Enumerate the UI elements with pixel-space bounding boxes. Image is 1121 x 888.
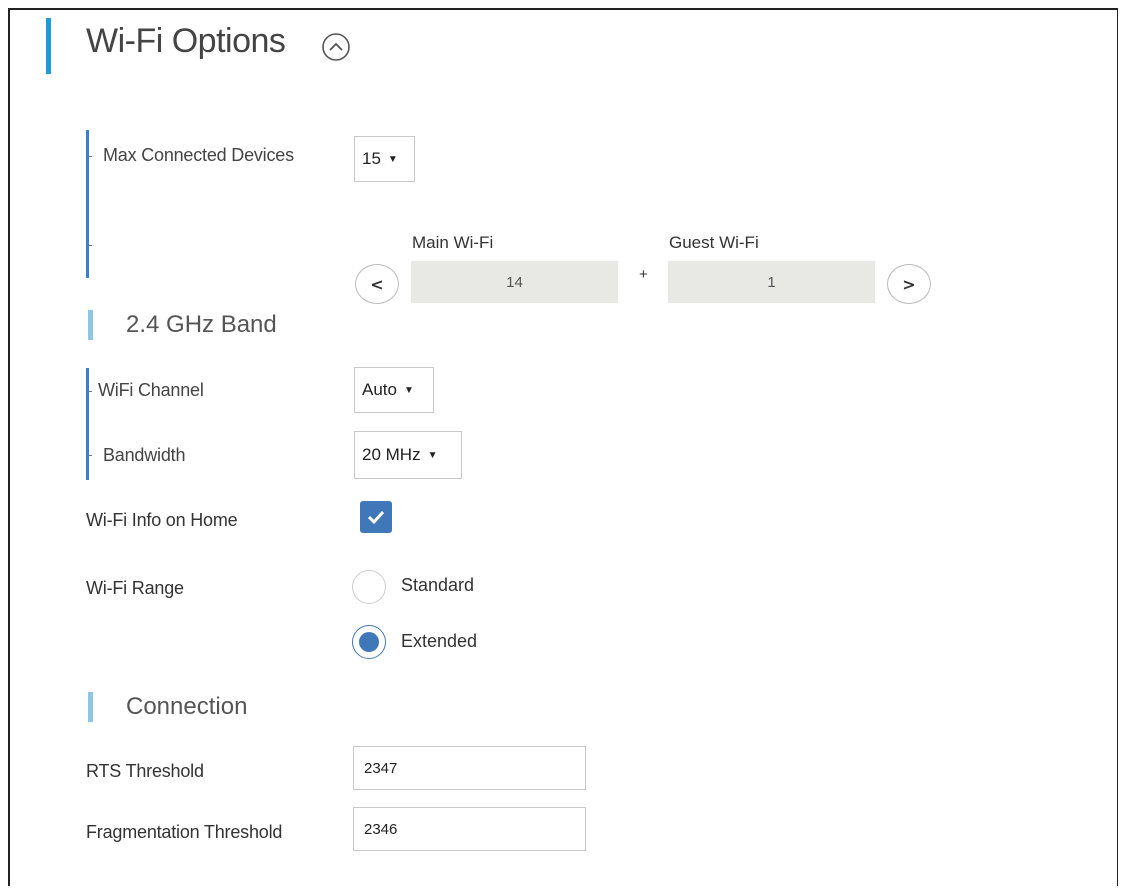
fragmentation-threshold-input[interactable]: 2346 [353,807,586,851]
guest-wifi-count: 1 [668,261,875,303]
main-wifi-count: 14 [411,261,618,303]
increase-main-button[interactable]: > [887,264,931,304]
range-standard-radio[interactable] [352,570,386,604]
section-accent-bar [88,692,93,722]
home-info-checkbox[interactable] [360,501,392,533]
guest-wifi-label: Guest Wi-Fi [669,233,759,252]
connection-section-title: Connection [126,693,248,720]
bandwidth-select[interactable]: 20 MHz ▼ [354,431,462,479]
caret-down-icon: ▼ [403,384,414,396]
caret-down-icon: ▼ [387,153,398,165]
bandwidth-value: 20 MHz [362,445,421,464]
indicator-tick [89,455,92,456]
plus-sign: + [639,266,648,283]
band-section-title: 2.4 GHz Band [126,311,277,338]
caret-down-icon: ▼ [427,449,438,461]
indicator-tick [89,391,92,392]
rts-threshold-label: RTS Threshold [86,761,204,781]
indicator-tick [89,156,92,157]
group-indicator-line [86,130,89,278]
rts-threshold-input[interactable]: 2347 [353,746,586,790]
max-devices-select[interactable]: 15 ▼ [354,136,415,182]
main-wifi-label: Main Wi-Fi [412,233,494,252]
wifi-range-label: Wi-Fi Range [86,578,184,598]
home-info-label: Wi-Fi Info on Home [86,510,238,530]
indicator-tick [89,245,92,246]
wifi-channel-label: WiFi Channel [98,380,204,400]
page-title: Wi-Fi Options [86,22,286,60]
section-accent-bar [88,310,93,340]
bandwidth-label: Bandwidth [103,445,186,465]
band-indicator-line [86,368,89,480]
radio-selected-dot [359,632,379,652]
wifi-channel-value: Auto [362,380,397,399]
range-standard-label: Standard [401,575,475,595]
fragmentation-threshold-label: Fragmentation Threshold [86,822,283,842]
title-accent-bar [46,18,51,74]
max-devices-label: Max Connected Devices [103,145,294,165]
max-devices-value: 15 [362,149,381,168]
wifi-channel-select[interactable]: Auto ▼ [354,367,434,413]
decrease-main-button[interactable]: < [355,264,399,304]
range-extended-radio[interactable] [352,625,386,659]
check-icon [367,510,385,525]
chevron-up-circle-icon[interactable] [321,32,351,62]
range-extended-label: Extended [401,631,478,651]
